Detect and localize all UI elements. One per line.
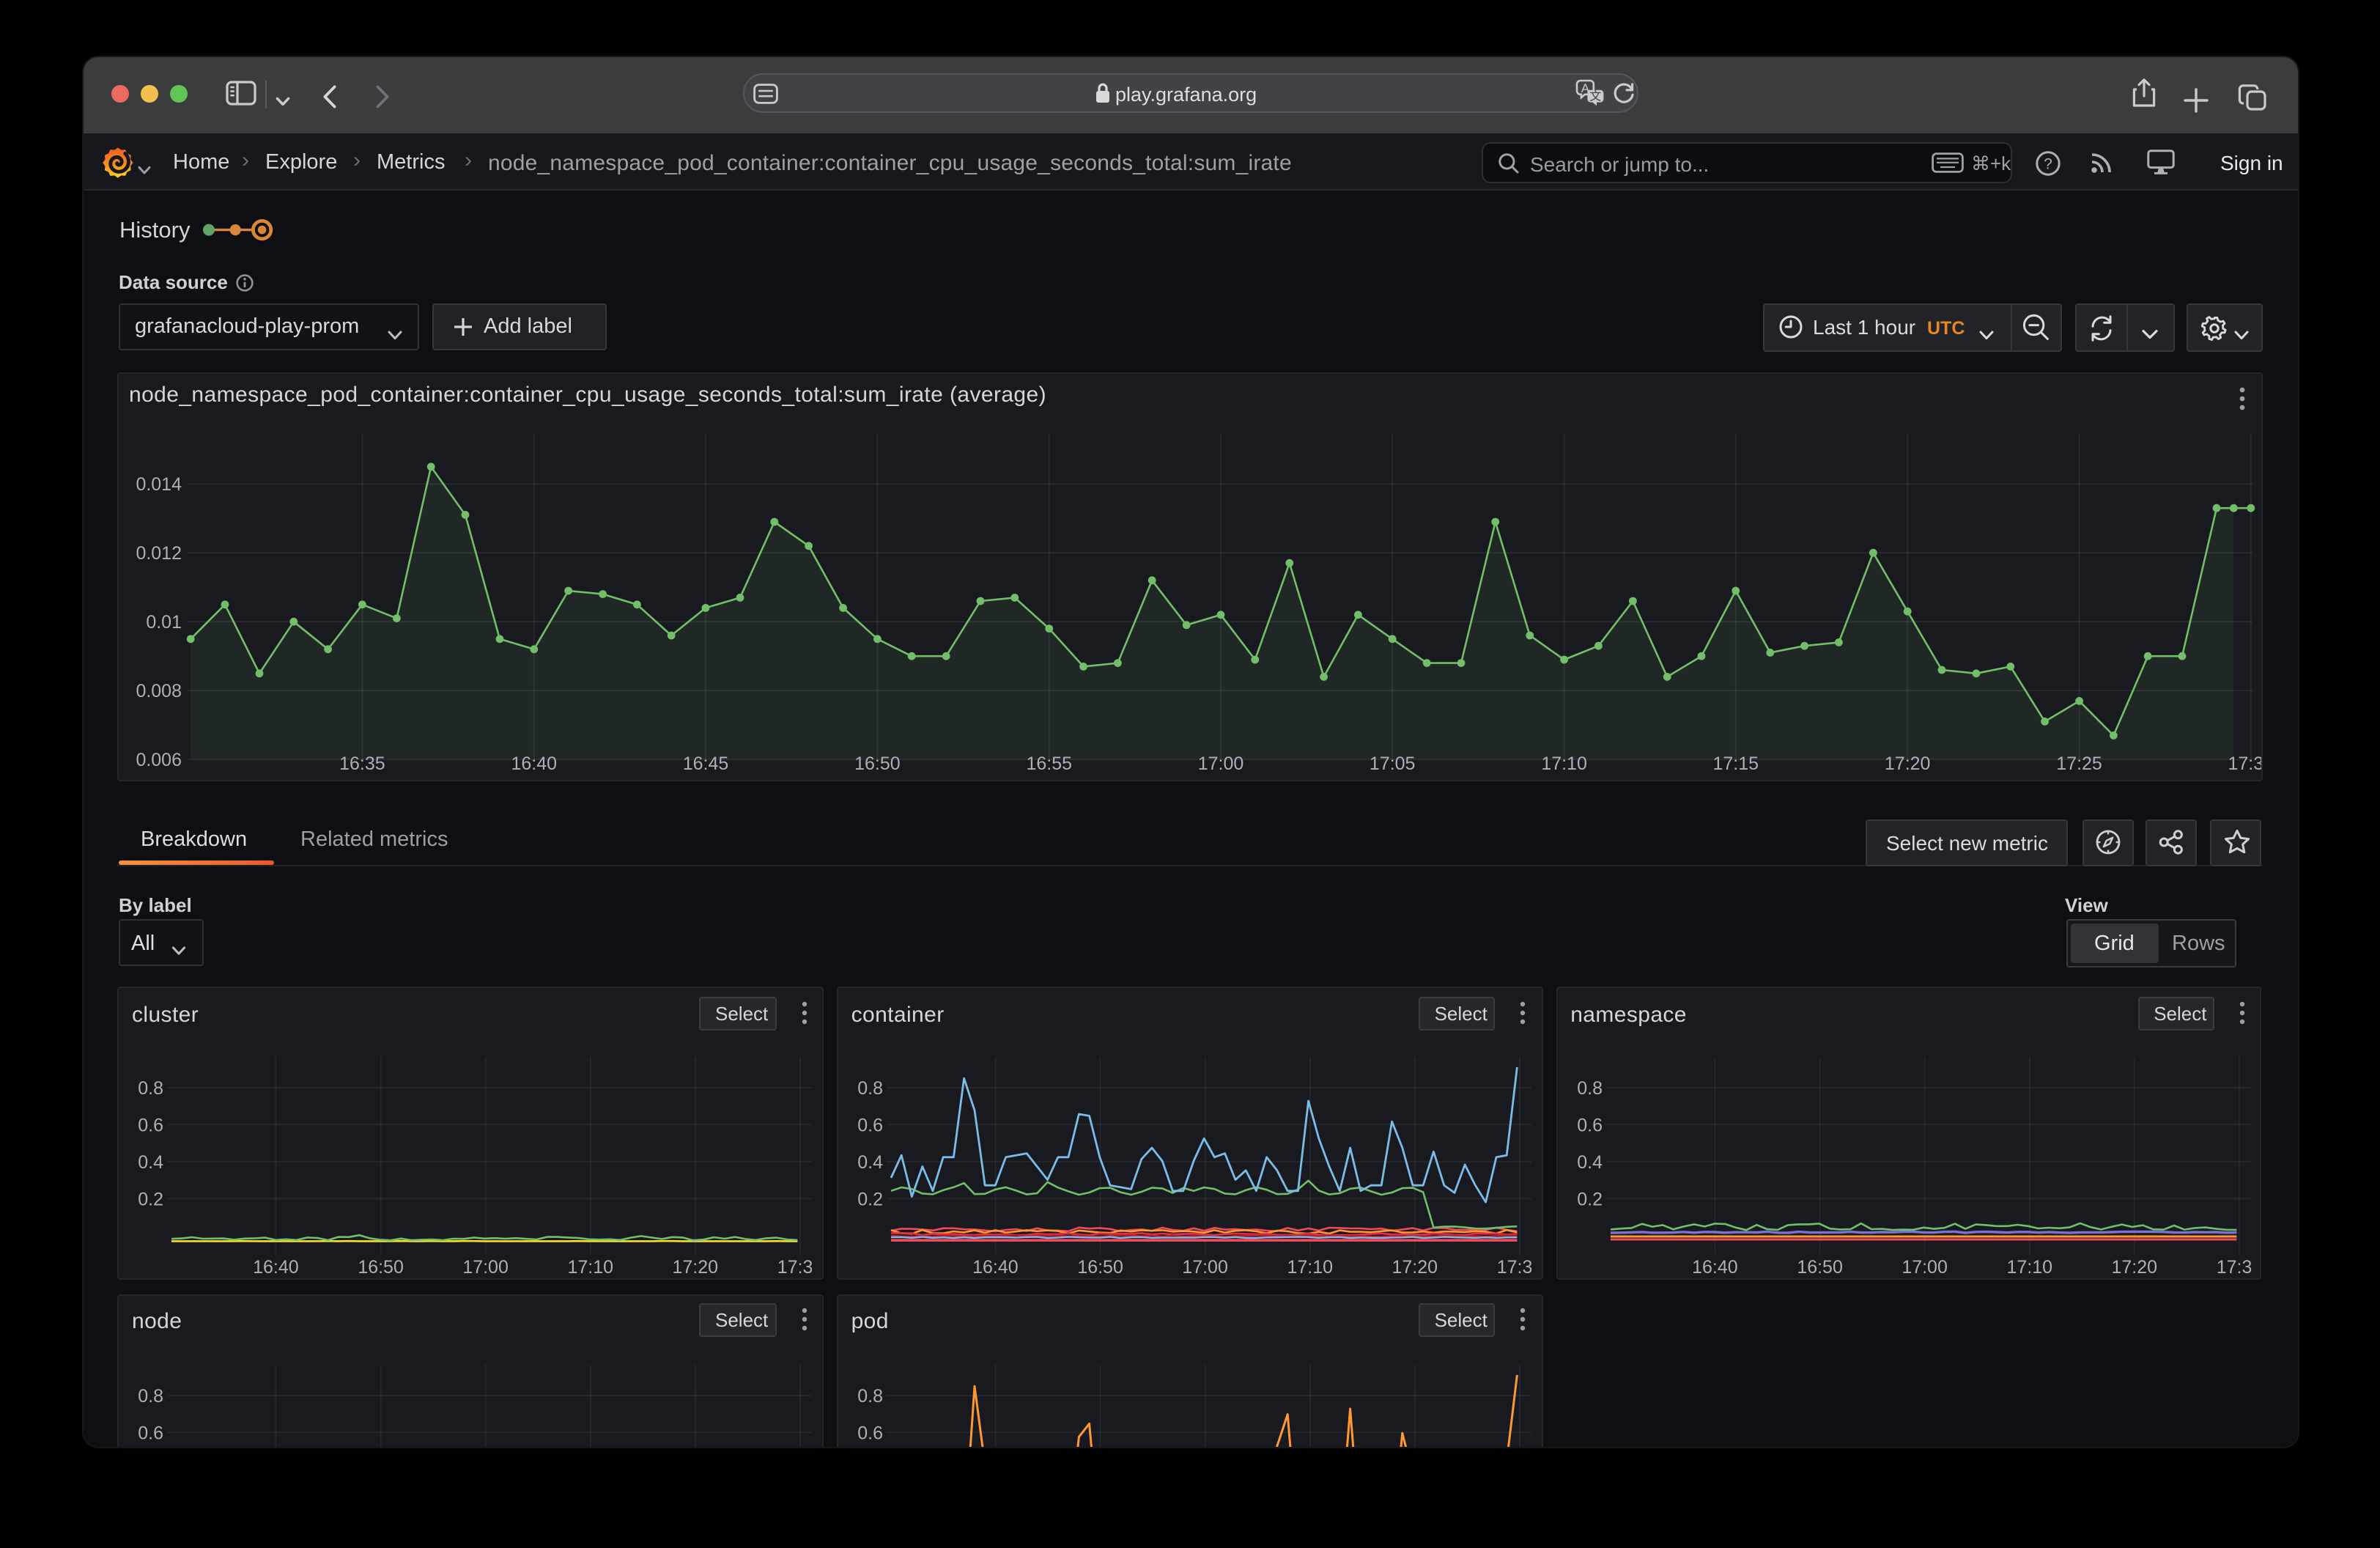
svg-text:0.8: 0.8: [138, 1078, 163, 1099]
svg-text:17:10: 17:10: [568, 1257, 614, 1278]
svg-text:0.2: 0.2: [857, 1189, 883, 1209]
svg-text:0.6: 0.6: [857, 1422, 883, 1442]
svg-text:0.006: 0.006: [136, 749, 182, 770]
svg-text:0.4: 0.4: [138, 1152, 163, 1173]
svg-text:16:50: 16:50: [358, 1257, 404, 1278]
svg-text:0.2: 0.2: [1576, 1189, 1602, 1209]
svg-text:16:40: 16:40: [1691, 1257, 1737, 1278]
svg-text:17:20: 17:20: [673, 1257, 719, 1278]
svg-text:17:30: 17:30: [777, 1257, 824, 1278]
svg-text:17:05: 17:05: [1370, 753, 1416, 773]
svg-text:16:50: 16:50: [1797, 1257, 1843, 1278]
svg-text:17:30: 17:30: [2228, 753, 2263, 773]
svg-text:0.4: 0.4: [1576, 1152, 1602, 1173]
svg-text:0.6: 0.6: [138, 1115, 163, 1135]
svg-text:17:30: 17:30: [1496, 1257, 1542, 1278]
svg-text:0.4: 0.4: [857, 1152, 883, 1173]
svg-text:0.8: 0.8: [857, 1078, 883, 1099]
svg-text:0.8: 0.8: [1576, 1078, 1602, 1099]
svg-text:17:10: 17:10: [1541, 753, 1587, 773]
svg-text:16:50: 16:50: [854, 753, 901, 773]
svg-text:0.6: 0.6: [1576, 1115, 1602, 1135]
svg-text:文: 文: [1589, 90, 1601, 103]
svg-text:16:35: 16:35: [339, 753, 385, 773]
svg-text:0.6: 0.6: [857, 1115, 883, 1135]
svg-text:17:20: 17:20: [1392, 1257, 1438, 1278]
svg-text:17:00: 17:00: [1182, 1257, 1228, 1278]
svg-text:16:45: 16:45: [683, 753, 729, 773]
svg-text:17:20: 17:20: [1885, 753, 1931, 773]
svg-text:16:40: 16:40: [511, 753, 558, 773]
svg-text:17:00: 17:00: [462, 1257, 509, 1278]
svg-text:0.2: 0.2: [138, 1189, 163, 1209]
svg-text:0.01: 0.01: [146, 611, 182, 632]
svg-text:17:30: 17:30: [2216, 1257, 2262, 1278]
svg-text:?: ?: [2044, 155, 2052, 172]
svg-text:17:00: 17:00: [1902, 1257, 1948, 1278]
svg-text:0.8: 0.8: [138, 1385, 163, 1406]
svg-text:16:55: 16:55: [1027, 753, 1073, 773]
svg-text:0.008: 0.008: [136, 680, 182, 701]
svg-text:0.012: 0.012: [136, 542, 182, 563]
svg-text:16:40: 16:40: [253, 1257, 299, 1278]
svg-text:17:20: 17:20: [2111, 1257, 2157, 1278]
svg-text:17:25: 17:25: [2056, 753, 2102, 773]
svg-text:16:40: 16:40: [972, 1257, 1019, 1278]
svg-text:17:00: 17:00: [1198, 753, 1244, 773]
svg-text:0.6: 0.6: [138, 1422, 163, 1442]
svg-text:17:10: 17:10: [1287, 1257, 1333, 1278]
svg-text:0.8: 0.8: [857, 1385, 883, 1406]
svg-text:17:15: 17:15: [1713, 753, 1759, 773]
svg-text:0.014: 0.014: [136, 473, 182, 494]
svg-text:17:10: 17:10: [2006, 1257, 2052, 1278]
svg-text:16:50: 16:50: [1077, 1257, 1123, 1278]
